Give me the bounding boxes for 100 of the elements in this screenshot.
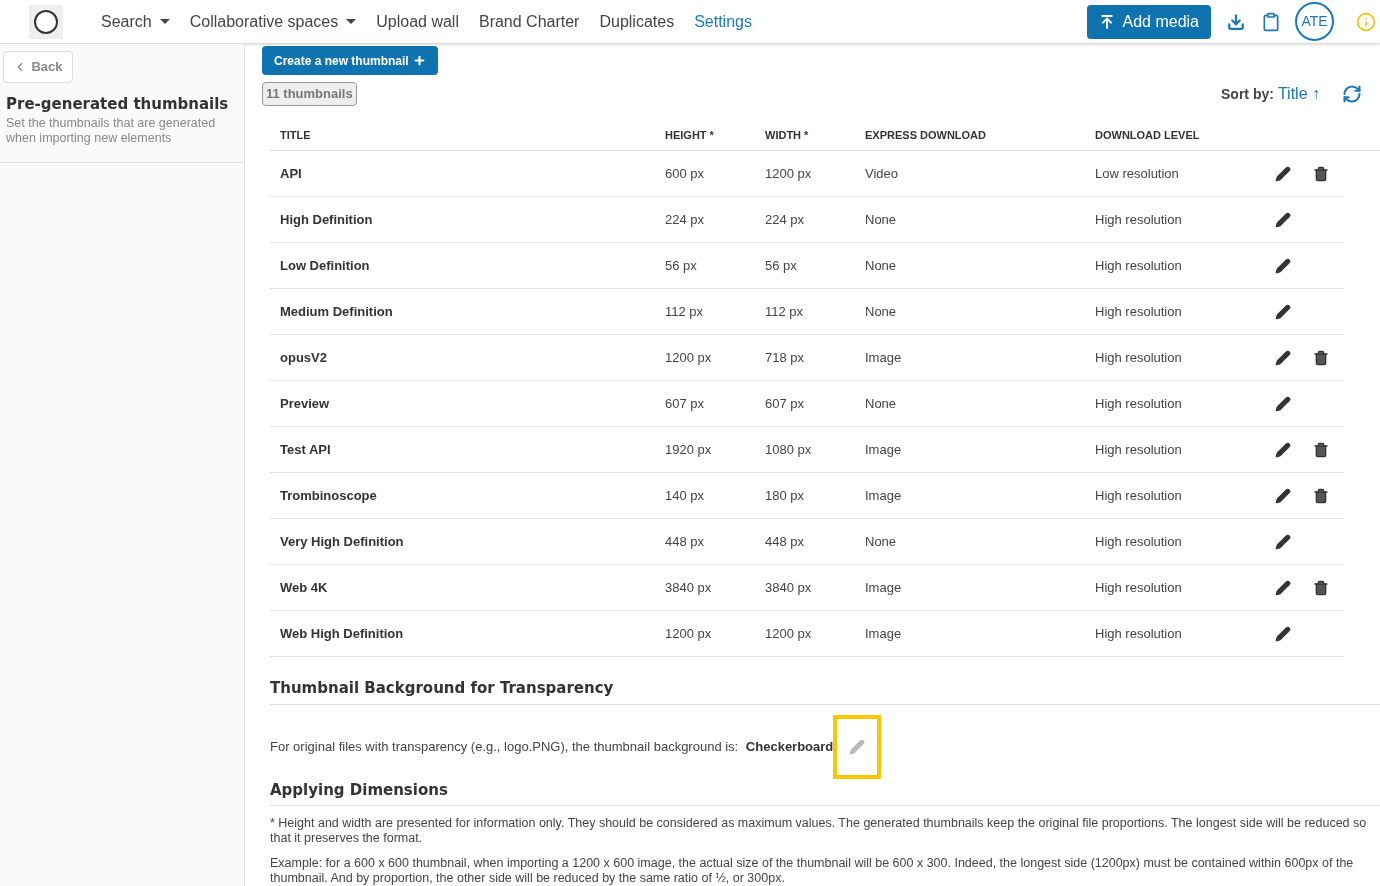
transparency-text: For original files with transparency (e.g., logo.PNG), the thumbnail background is:	[270, 737, 740, 756]
table-cell: High resolution	[1095, 257, 1182, 273]
delete-icon[interactable]	[1313, 349, 1329, 366]
create-thumbnail-button[interactable]: Create a new thumbnail	[262, 46, 438, 75]
delete-icon[interactable]	[1313, 487, 1329, 504]
add-media-button[interactable]: Add media	[1086, 4, 1211, 39]
table-cell: Preview	[280, 395, 330, 411]
table-cell: Trombinoscope	[280, 487, 377, 503]
nav-link[interactable]: Collaborative spaces	[189, 9, 357, 34]
nav-link[interactable]: Search	[101, 9, 170, 34]
nav-link[interactable]: Duplicates	[599, 9, 675, 34]
edit-icon[interactable]	[1275, 303, 1291, 320]
table-cell: Test API	[280, 441, 331, 457]
table-cell: 448 px	[765, 533, 805, 549]
section-heading: Applying Dimensions	[270, 778, 1380, 806]
edit-icon[interactable]	[1275, 625, 1291, 642]
table-cell: 180 px	[765, 487, 805, 503]
download-icon[interactable]	[1227, 12, 1245, 31]
delete-icon[interactable]	[1313, 165, 1329, 182]
sort-dropdown[interactable]: Title ↑	[1277, 82, 1320, 106]
table-cell: 1200 px	[765, 165, 812, 181]
table-cell: 607 px	[665, 395, 705, 411]
caret-icon	[159, 19, 170, 24]
edit-icon[interactable]	[1275, 579, 1291, 596]
table-cell: High resolution	[1095, 211, 1182, 227]
table-cell: 1920 px	[665, 441, 712, 457]
table-cell: API	[280, 165, 302, 181]
table-cell: High resolution	[1095, 579, 1182, 595]
table-cell: High resolution	[1095, 487, 1182, 503]
table-cell: Image	[865, 579, 902, 595]
sidebar-title: Pre-generated thumbnails	[6, 94, 230, 115]
table-cell: 1200 px	[765, 625, 812, 641]
edit-icon[interactable]	[1275, 487, 1291, 504]
table-cell: None	[865, 257, 897, 273]
table-cell: Low resolution	[1095, 165, 1179, 181]
table-cell: High resolution	[1095, 303, 1182, 319]
table-cell: 56 px	[665, 257, 697, 273]
table-cell: High Definition	[280, 211, 373, 227]
delete-icon[interactable]	[1313, 579, 1329, 596]
table-cell: High resolution	[1095, 395, 1182, 411]
logo-icon[interactable]	[29, 4, 63, 39]
info-paragraph: Example: for a 600 x 600 thumbnail, when importing a 1200 x 600 image, the actual size of the thumbnail will be 600 x 300. Indeed, the longest side (1200px) must be contained within 600px of the thumbnail. And by proportion, the other side will be reduced by the same ratio of ½, or 300px.	[270, 856, 1355, 886]
nav-link[interactable]: Upload wall	[376, 9, 459, 34]
column-header: TITLE	[280, 128, 311, 141]
edit-icon[interactable]	[1275, 349, 1291, 366]
edit-icon	[849, 738, 866, 755]
table-cell: 140 px	[665, 487, 705, 503]
transparency-value: Checkerboard	[745, 737, 834, 756]
table-cell: Video	[865, 165, 898, 181]
table-cell: 600 px	[665, 165, 705, 181]
table-cell: Web High Definition	[280, 625, 404, 641]
table-cell: None	[865, 533, 897, 549]
edit-icon[interactable]	[1275, 211, 1291, 228]
refresh-icon[interactable]	[1342, 84, 1362, 104]
table-cell: Medium Definition	[280, 303, 393, 319]
table-cell: None	[865, 395, 897, 411]
column-header: EXPRESS DOWNLOAD	[865, 128, 986, 141]
table-cell: None	[865, 211, 897, 227]
sidebar-subtitle: Set the thumbnails that are generated when importing new elements	[6, 115, 216, 146]
table-cell: opusV2	[280, 349, 327, 365]
edit-icon[interactable]	[1275, 257, 1291, 274]
user-avatar[interactable]: ATE	[1295, 2, 1334, 41]
column-header: HEIGHT *	[665, 128, 714, 141]
table-cell: 1080 px	[765, 441, 812, 457]
sort-label: Sort by:	[1221, 84, 1274, 104]
section-heading: Thumbnail Background for Transparency	[270, 677, 1380, 705]
table-cell: 112 px	[665, 303, 704, 319]
nav-link[interactable]: Settings	[694, 9, 752, 34]
nav-link[interactable]: Brand Charter	[478, 9, 580, 34]
table-cell: Image	[865, 441, 902, 457]
table-cell: High resolution	[1095, 441, 1182, 457]
table-cell: High resolution	[1095, 625, 1182, 641]
edit-icon[interactable]	[1275, 165, 1291, 182]
table-cell: Image	[865, 349, 902, 365]
table-cell: 448 px	[665, 533, 705, 549]
delete-icon[interactable]	[1313, 441, 1329, 458]
table-cell: 224 px	[765, 211, 805, 227]
plus-icon	[412, 54, 426, 67]
column-header: DOWNLOAD LEVEL	[1095, 128, 1200, 141]
table-cell: None	[865, 303, 897, 319]
table-cell: 3840 px	[765, 579, 812, 595]
table-cell: 607 px	[765, 395, 805, 411]
info-paragraph: * Height and width are presented for information only. They should be considered as maximum values. The generated thumbnails keep the original file proportions. The longest side will be reduced so that it preserves the format.	[270, 816, 1368, 846]
table-cell: Low Definition	[280, 257, 370, 273]
table-cell: 3840 px	[665, 579, 712, 595]
table-cell: Very High Definition	[280, 533, 404, 549]
edit-icon[interactable]	[1275, 533, 1291, 550]
caret-icon	[346, 19, 357, 24]
clipboard-icon[interactable]	[1261, 11, 1281, 32]
back-button[interactable]: Back	[3, 51, 73, 83]
edit-icon[interactable]	[1275, 441, 1291, 458]
table-cell: 224 px	[665, 211, 705, 227]
table-cell: 1200 px	[665, 625, 712, 641]
edit-icon[interactable]	[1275, 395, 1291, 412]
thumbnail-count-badge: 11 thumbnails	[262, 82, 357, 106]
upload-icon	[1098, 13, 1115, 30]
table-cell: Image	[865, 487, 902, 503]
table-cell: 718 px	[765, 349, 805, 365]
table-cell: High resolution	[1095, 349, 1182, 365]
table-cell: Image	[865, 625, 902, 641]
